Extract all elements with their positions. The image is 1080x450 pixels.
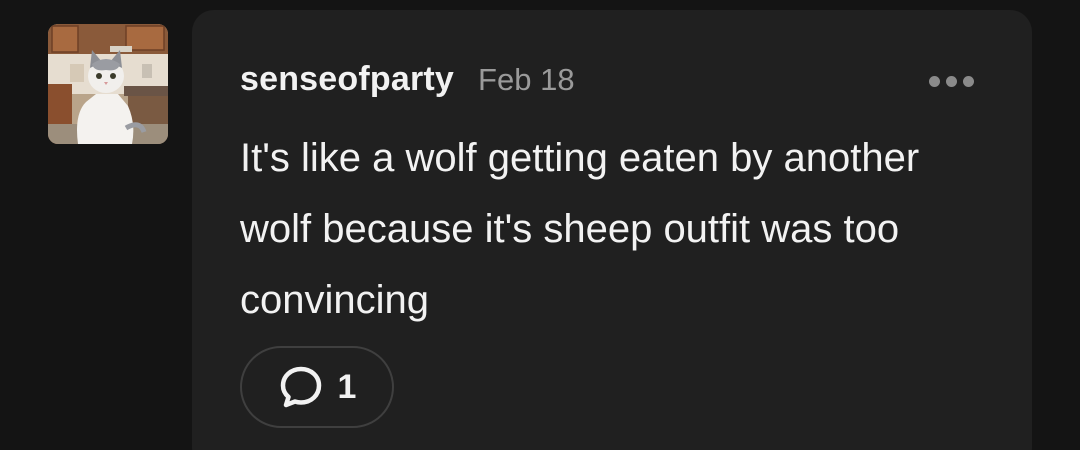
comment-header: senseofparty Feb 18: [240, 60, 575, 100]
speech-bubble-icon: [280, 366, 321, 408]
avatar-image: [48, 24, 168, 144]
username-link[interactable]: senseofparty: [240, 60, 454, 99]
post-date: Feb 18: [478, 62, 575, 97]
comment-screen: senseofparty Feb 18 It's like a wolf get…: [0, 0, 1080, 450]
more-horizontal-icon-dot: [946, 76, 957, 87]
more-horizontal-icon: [929, 76, 940, 87]
more-horizontal-icon-dot: [963, 76, 974, 87]
avatar[interactable]: [48, 24, 168, 144]
comment-text: It's like a wolf getting eaten by anothe…: [240, 136, 920, 322]
comment-card: senseofparty Feb 18 It's like a wolf get…: [192, 10, 1032, 450]
reply-button[interactable]: 1: [240, 346, 394, 428]
more-options-button[interactable]: [929, 76, 974, 87]
reply-count: 1: [337, 367, 357, 406]
